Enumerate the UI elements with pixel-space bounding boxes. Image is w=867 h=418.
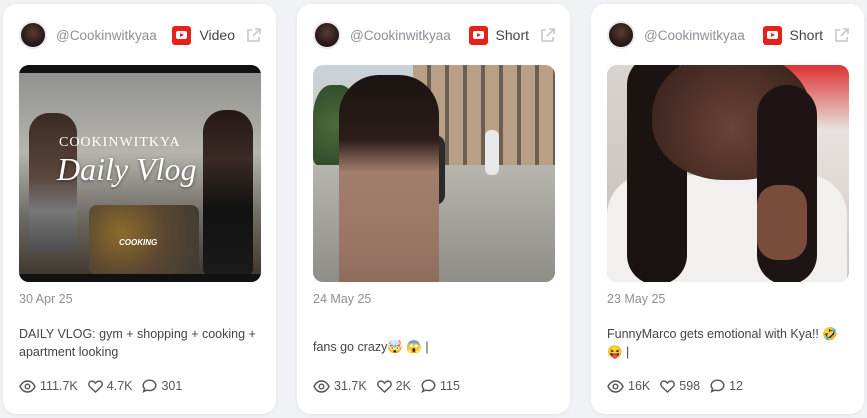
avatar[interactable] — [607, 21, 635, 49]
views-count: 111.7K — [40, 379, 78, 393]
comments-stat: 115 — [421, 379, 460, 393]
comments-stat: 12 — [710, 379, 743, 393]
card-header: @Cookinwitkyaa Short — [607, 20, 850, 50]
heart-icon — [376, 379, 392, 393]
youtube-icon — [762, 25, 782, 45]
card-header: @Cookinwitkyaa Short — [313, 20, 556, 50]
eye-icon — [607, 379, 624, 393]
letterbox-bottom — [19, 274, 261, 282]
post-stats: 31.7K 2K 115 — [313, 379, 470, 393]
comments-count: 301 — [161, 379, 183, 393]
heart-icon — [660, 379, 676, 393]
card-header: @Cookinwitkyaa Video — [19, 20, 262, 50]
likes-count: 2K — [395, 379, 411, 393]
comment-icon — [142, 379, 157, 393]
avatar[interactable] — [313, 21, 341, 49]
thumbnail-figure — [203, 110, 253, 275]
views-stat: 111.7K — [19, 379, 78, 393]
likes-stat: 2K — [376, 379, 411, 393]
video-thumbnail[interactable]: COOKINWITKYA Daily Vlog COOKING — [19, 65, 261, 282]
channel-handle[interactable]: @Cookinwitkyaa — [644, 28, 753, 43]
external-link-icon[interactable] — [539, 27, 556, 44]
heart-icon — [87, 379, 103, 393]
likes-stat: 598 — [660, 379, 700, 393]
post-caption: fans go crazy🤯 😱 | — [313, 340, 429, 354]
avatar[interactable] — [19, 21, 47, 49]
post-date: 23 May 25 — [607, 292, 666, 306]
views-stat: 31.7K — [313, 379, 367, 393]
thumbnail-sub-text: COOKING — [119, 238, 158, 247]
external-link-icon[interactable] — [245, 27, 262, 44]
video-thumbnail[interactable] — [607, 65, 849, 282]
thumbnail-hand — [757, 185, 807, 260]
content-type-label: Short — [789, 27, 823, 43]
post-caption: DAILY VLOG: gym + shopping + cooking + a… — [19, 327, 256, 359]
eye-icon — [19, 379, 36, 393]
thumbnail-brand-text: COOKINWITKYA — [59, 135, 181, 150]
comments-stat: 301 — [142, 379, 182, 393]
views-count: 31.7K — [334, 379, 367, 393]
youtube-icon — [468, 25, 488, 45]
comment-icon — [421, 379, 436, 393]
thumbnail-figure — [339, 75, 439, 282]
post-date: 24 May 25 — [313, 292, 372, 306]
post-card[interactable]: @Cookinwitkyaa Short 24 May 25 fans go c… — [297, 4, 570, 414]
letterbox-top — [19, 65, 261, 73]
thumbnail-figure — [485, 130, 499, 175]
views-stat: 16K — [607, 379, 650, 393]
post-card[interactable]: @Cookinwitkyaa Short 23 May 25 FunnyMarc… — [591, 4, 864, 414]
comments-count: 12 — [729, 379, 744, 393]
comment-icon — [710, 379, 725, 393]
eye-icon — [313, 379, 330, 393]
comments-count: 115 — [439, 379, 460, 393]
post-date: 30 Apr 25 — [19, 292, 73, 306]
post-stats: 111.7K 4.7K 301 — [19, 379, 192, 393]
post-caption: FunnyMarco gets emotional with Kya!! 🤣 😝… — [607, 327, 838, 359]
video-thumbnail[interactable] — [313, 65, 555, 282]
post-stats: 16K 598 12 — [607, 379, 753, 393]
likes-stat: 4.7K — [87, 379, 133, 393]
likes-count: 598 — [679, 379, 701, 393]
content-type-label: Short — [495, 27, 529, 43]
post-card[interactable]: @Cookinwitkyaa Video COOKINWITKYA Daily … — [3, 4, 276, 414]
thumbnail-title-text: Daily Vlog — [57, 151, 197, 187]
likes-count: 4.7K — [106, 379, 133, 393]
channel-handle[interactable]: @Cookinwitkyaa — [350, 28, 459, 43]
content-type-label: Video — [199, 27, 235, 43]
youtube-icon — [172, 25, 192, 45]
views-count: 16K — [628, 379, 651, 393]
channel-handle[interactable]: @Cookinwitkyaa — [56, 28, 162, 43]
external-link-icon[interactable] — [833, 27, 850, 44]
